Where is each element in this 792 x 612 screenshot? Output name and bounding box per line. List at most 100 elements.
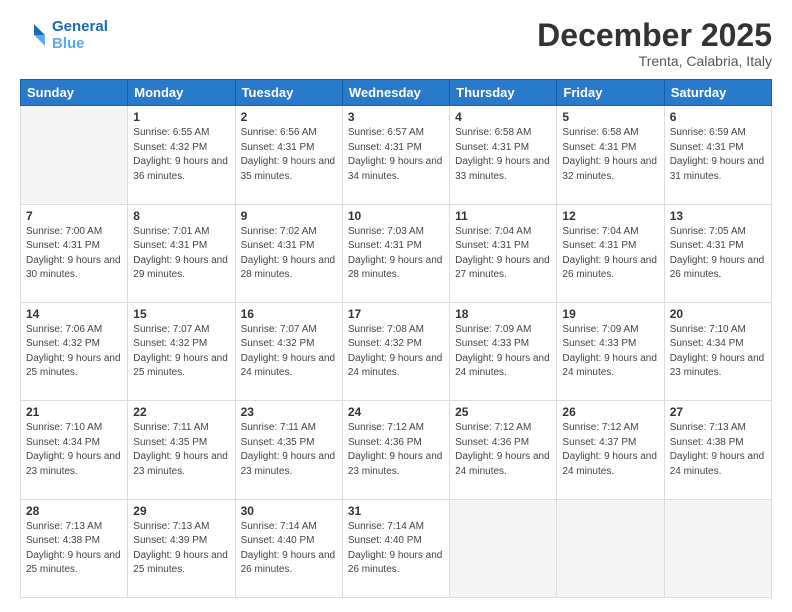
day-number: 20 bbox=[670, 307, 766, 321]
calendar-day-header: Tuesday bbox=[235, 80, 342, 106]
calendar-day-cell: 22 Sunrise: 7:11 AMSunset: 4:35 PMDayligh… bbox=[128, 401, 235, 499]
day-info: Sunrise: 7:13 AMSunset: 4:38 PMDaylight:… bbox=[26, 520, 122, 578]
day-info: Sunrise: 6:55 AMSunset: 4:32 PMDaylight:… bbox=[133, 126, 229, 184]
calendar-day-cell: 24 Sunrise: 7:12 AMSunset: 4:36 PMDayligh… bbox=[342, 401, 449, 499]
calendar-day-cell: 30Sunrise: 7:14 AMSunset: 4:40 PMDayligh… bbox=[235, 499, 342, 597]
day-info: Sunrise: 7:14 AMSunset: 4:40 PMDaylight:… bbox=[348, 520, 444, 578]
day-info: Sunrise: 6:57 AMSunset: 4:31 PMDaylight:… bbox=[348, 126, 444, 184]
day-info: Sunrise: 7:05 AMSunset: 4:31 PMDaylight:… bbox=[670, 225, 766, 283]
calendar-day-header: Thursday bbox=[450, 80, 557, 106]
day-number: 13 bbox=[670, 209, 766, 223]
day-number: 24 bbox=[348, 405, 444, 419]
calendar-day-header: Monday bbox=[128, 80, 235, 106]
day-number: 3 bbox=[348, 110, 444, 124]
calendar-day-cell: 12Sunrise: 7:04 AMSunset: 4:31 PMDayligh… bbox=[557, 204, 664, 302]
day-number: 2 bbox=[241, 110, 337, 124]
page: General Blue December 2025 Trenta, Calab… bbox=[0, 0, 792, 612]
calendar-day-cell bbox=[664, 499, 771, 597]
day-info: Sunrise: 7:12 AMSunset: 4:37 PMDaylight:… bbox=[562, 421, 658, 479]
day-info: Sunrise: 7:10 AMSunset: 4:34 PMDaylight:… bbox=[670, 323, 766, 381]
day-number: 21 bbox=[26, 405, 122, 419]
calendar-week-row: 28 Sunrise: 7:13 AMSunset: 4:38 PMDayligh… bbox=[21, 499, 772, 597]
day-number: 7 bbox=[26, 209, 122, 223]
calendar-day-header: Wednesday bbox=[342, 80, 449, 106]
calendar-day-cell: 18 Sunrise: 7:09 AMSunset: 4:33 PMDayligh… bbox=[450, 302, 557, 400]
calendar-day-cell: 9 Sunrise: 7:02 AMSunset: 4:31 PMDaylight… bbox=[235, 204, 342, 302]
day-number: 1 bbox=[133, 110, 229, 124]
day-number: 18 bbox=[455, 307, 551, 321]
day-info: Sunrise: 6:58 AMSunset: 4:31 PMDaylight:… bbox=[562, 126, 658, 184]
calendar-day-cell: 27 Sunrise: 7:13 AMSunset: 4:38 PMDayligh… bbox=[664, 401, 771, 499]
calendar-day-header: Friday bbox=[557, 80, 664, 106]
day-info: Sunrise: 7:08 AMSunset: 4:32 PMDaylight:… bbox=[348, 323, 444, 381]
calendar-day-cell: 31 Sunrise: 7:14 AMSunset: 4:40 PMDayligh… bbox=[342, 499, 449, 597]
calendar-week-row: 1 Sunrise: 6:55 AMSunset: 4:32 PMDaylight… bbox=[21, 106, 772, 204]
day-info: Sunrise: 7:00 AMSunset: 4:31 PMDaylight:… bbox=[26, 225, 122, 283]
day-number: 28 bbox=[26, 504, 122, 518]
calendar-day-cell: 7 Sunrise: 7:00 AMSunset: 4:31 PMDaylight… bbox=[21, 204, 128, 302]
day-info: Sunrise: 6:59 AMSunset: 4:31 PMDaylight:… bbox=[670, 126, 766, 184]
day-number: 11 bbox=[455, 209, 551, 223]
calendar-day-cell: 6 Sunrise: 6:59 AMSunset: 4:31 PMDaylight… bbox=[664, 106, 771, 204]
day-number: 19 bbox=[562, 307, 658, 321]
calendar-day-cell: 19 Sunrise: 7:09 AMSunset: 4:33 PMDayligh… bbox=[557, 302, 664, 400]
day-info: Sunrise: 7:11 AMSunset: 4:35 PMDaylight:… bbox=[241, 421, 337, 479]
day-info: Sunrise: 7:07 AMSunset: 4:32 PMDaylight:… bbox=[133, 323, 229, 381]
calendar-day-cell: 3 Sunrise: 6:57 AMSunset: 4:31 PMDaylight… bbox=[342, 106, 449, 204]
day-info: Sunrise: 7:09 AMSunset: 4:33 PMDaylight:… bbox=[562, 323, 658, 381]
day-number: 8 bbox=[133, 209, 229, 223]
calendar-day-cell: 23 Sunrise: 7:11 AMSunset: 4:35 PMDayligh… bbox=[235, 401, 342, 499]
day-number: 10 bbox=[348, 209, 444, 223]
day-number: 6 bbox=[670, 110, 766, 124]
day-number: 4 bbox=[455, 110, 551, 124]
day-number: 25 bbox=[455, 405, 551, 419]
calendar-day-header: Sunday bbox=[21, 80, 128, 106]
day-info: Sunrise: 7:04 AMSunset: 4:31 PMDaylight:… bbox=[455, 225, 551, 283]
calendar-day-cell bbox=[557, 499, 664, 597]
day-info: Sunrise: 7:06 AMSunset: 4:32 PMDaylight:… bbox=[26, 323, 122, 381]
day-number: 29 bbox=[133, 504, 229, 518]
day-info: Sunrise: 7:12 AMSunset: 4:36 PMDaylight:… bbox=[348, 421, 444, 479]
day-number: 23 bbox=[241, 405, 337, 419]
calendar-day-header: Saturday bbox=[664, 80, 771, 106]
header: General Blue December 2025 Trenta, Calab… bbox=[20, 18, 772, 69]
day-number: 22 bbox=[133, 405, 229, 419]
day-number: 15 bbox=[133, 307, 229, 321]
calendar-day-cell: 14Sunrise: 7:06 AMSunset: 4:32 PMDayligh… bbox=[21, 302, 128, 400]
day-number: 16 bbox=[241, 307, 337, 321]
day-number: 5 bbox=[562, 110, 658, 124]
day-info: Sunrise: 7:09 AMSunset: 4:33 PMDaylight:… bbox=[455, 323, 551, 381]
logo-blue: Blue bbox=[52, 35, 85, 52]
logo-text: General Blue bbox=[52, 18, 108, 52]
day-number: 26 bbox=[562, 405, 658, 419]
day-info: Sunrise: 6:56 AMSunset: 4:31 PMDaylight:… bbox=[241, 126, 337, 184]
day-info: Sunrise: 7:11 AMSunset: 4:35 PMDaylight:… bbox=[133, 421, 229, 479]
calendar-day-cell: 28 Sunrise: 7:13 AMSunset: 4:38 PMDayligh… bbox=[21, 499, 128, 597]
day-info: Sunrise: 7:03 AMSunset: 4:31 PMDaylight:… bbox=[348, 225, 444, 283]
day-info: Sunrise: 7:14 AMSunset: 4:40 PMDaylight:… bbox=[241, 520, 337, 578]
calendar-day-cell: 25 Sunrise: 7:12 AMSunset: 4:36 PMDayligh… bbox=[450, 401, 557, 499]
calendar-day-cell: 13 Sunrise: 7:05 AMSunset: 4:31 PMDayligh… bbox=[664, 204, 771, 302]
calendar-day-cell: 20 Sunrise: 7:10 AMSunset: 4:34 PMDayligh… bbox=[664, 302, 771, 400]
day-info: Sunrise: 7:13 AMSunset: 4:38 PMDaylight:… bbox=[670, 421, 766, 479]
calendar-day-cell: 17 Sunrise: 7:08 AMSunset: 4:32 PMDayligh… bbox=[342, 302, 449, 400]
day-number: 9 bbox=[241, 209, 337, 223]
title-block: December 2025 Trenta, Calabria, Italy bbox=[537, 18, 772, 69]
day-info: Sunrise: 6:58 AMSunset: 4:31 PMDaylight:… bbox=[455, 126, 551, 184]
calendar-day-cell: 2 Sunrise: 6:56 AMSunset: 4:31 PMDaylight… bbox=[235, 106, 342, 204]
calendar-day-cell bbox=[450, 499, 557, 597]
day-number: 31 bbox=[348, 504, 444, 518]
day-info: Sunrise: 7:02 AMSunset: 4:31 PMDaylight:… bbox=[241, 225, 337, 283]
month-title: December 2025 bbox=[537, 18, 772, 53]
calendar-day-cell bbox=[21, 106, 128, 204]
logo: General Blue bbox=[20, 18, 108, 52]
day-info: Sunrise: 7:13 AMSunset: 4:39 PMDaylight:… bbox=[133, 520, 229, 578]
day-info: Sunrise: 7:12 AMSunset: 4:36 PMDaylight:… bbox=[455, 421, 551, 479]
day-info: Sunrise: 7:04 AMSunset: 4:31 PMDaylight:… bbox=[562, 225, 658, 283]
logo-general: General bbox=[52, 18, 108, 35]
day-number: 27 bbox=[670, 405, 766, 419]
calendar-table: SundayMondayTuesdayWednesdayThursdayFrid… bbox=[20, 79, 772, 598]
location-subtitle: Trenta, Calabria, Italy bbox=[537, 53, 772, 69]
day-number: 17 bbox=[348, 307, 444, 321]
calendar-day-cell: 26 Sunrise: 7:12 AMSunset: 4:37 PMDayligh… bbox=[557, 401, 664, 499]
